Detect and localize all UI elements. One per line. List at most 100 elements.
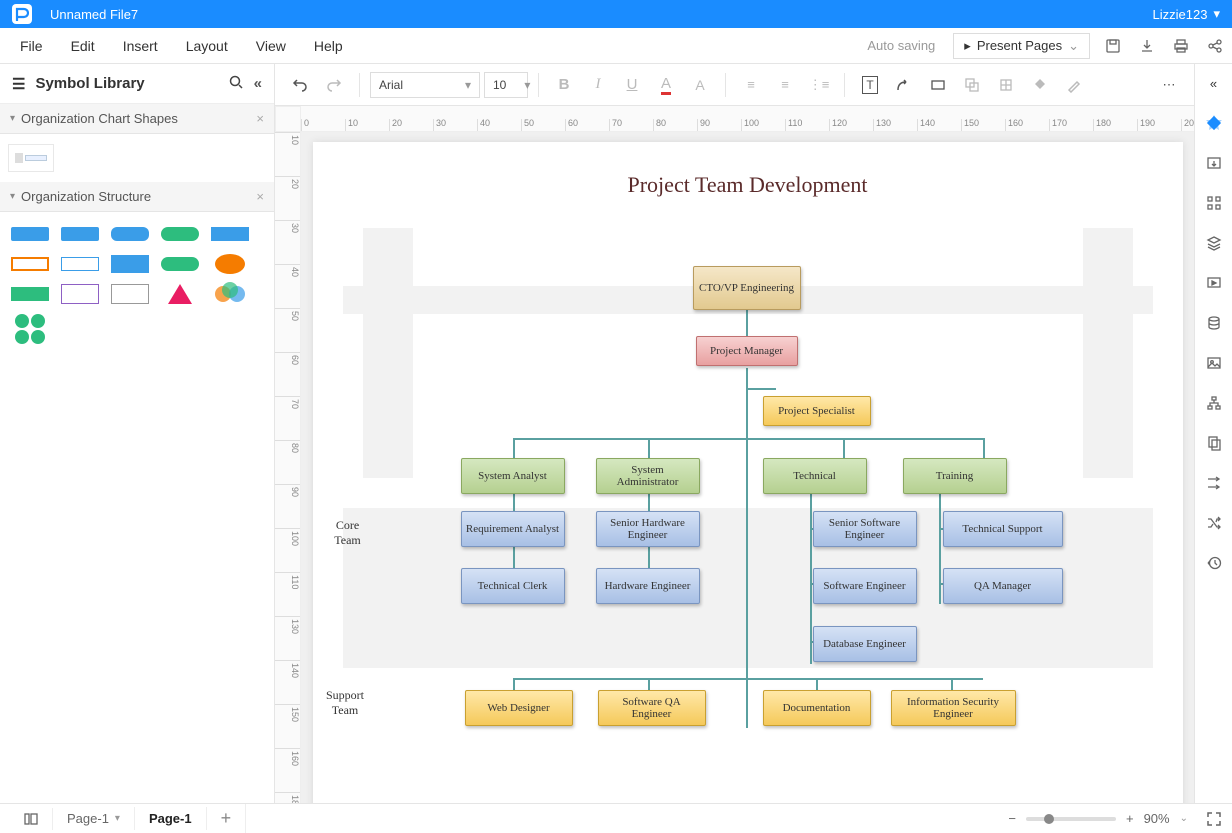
shape-thumb[interactable]: [8, 252, 52, 276]
menu-file[interactable]: File: [6, 32, 57, 60]
print-icon[interactable]: [1170, 35, 1192, 57]
node-child[interactable]: Hardware Engineer: [596, 568, 700, 604]
menu-view[interactable]: View: [242, 32, 300, 60]
font-color-button[interactable]: A: [651, 70, 681, 100]
pen-button[interactable]: [1059, 70, 1089, 100]
list-button[interactable]: ⋮≡: [804, 70, 834, 100]
collapse-sidebar-icon[interactable]: «: [254, 75, 262, 92]
close-icon[interactable]: ×: [256, 189, 264, 204]
shuffle-icon[interactable]: [1203, 512, 1225, 534]
node-child[interactable]: Senior Software Engineer: [813, 511, 917, 547]
bold-button[interactable]: B: [549, 70, 579, 100]
present-pages-button[interactable]: ▸ Present Pages ⌄: [953, 33, 1090, 59]
shape-thumb[interactable]: [8, 282, 52, 306]
collapse-right-icon[interactable]: «: [1203, 72, 1225, 94]
connector-button[interactable]: [889, 70, 919, 100]
image-icon[interactable]: [1203, 352, 1225, 374]
present-icon[interactable]: [1203, 272, 1225, 294]
shape-thumb[interactable]: [8, 144, 54, 172]
node-child[interactable]: QA Manager: [943, 568, 1063, 604]
clipboard-icon[interactable]: [1203, 432, 1225, 454]
fill-button[interactable]: [1025, 70, 1055, 100]
shape-thumb[interactable]: [8, 312, 52, 346]
group-button[interactable]: [957, 70, 987, 100]
category-org-structure[interactable]: ▾ Organization Structure ×: [0, 182, 274, 212]
text-tool-button[interactable]: T: [855, 70, 885, 100]
align-center-button[interactable]: ≡: [770, 70, 800, 100]
font-select[interactable]: Arial▾: [370, 72, 480, 98]
fullscreen-icon[interactable]: [1206, 811, 1222, 827]
shape-thumb[interactable]: [158, 282, 202, 306]
shape-thumb[interactable]: [208, 282, 252, 306]
save-icon[interactable]: [1102, 35, 1124, 57]
vertical-ruler: 1020304050607080901001101301401501601801…: [275, 132, 301, 803]
menu-layout[interactable]: Layout: [172, 32, 242, 60]
page-tab-dropdown[interactable]: Page-1▾: [53, 807, 135, 830]
shape-thumb[interactable]: [208, 252, 252, 276]
download-icon[interactable]: [1136, 35, 1158, 57]
page-outline-button[interactable]: [10, 808, 53, 830]
shape-thumb[interactable]: [8, 222, 52, 246]
zoom-in-button[interactable]: +: [1126, 811, 1134, 826]
add-page-button[interactable]: +: [207, 804, 247, 833]
node-support[interactable]: Information Security Engineer: [891, 690, 1016, 726]
search-icon[interactable]: [229, 75, 244, 92]
redo-button[interactable]: [319, 70, 349, 100]
arrange-button[interactable]: [991, 70, 1021, 100]
shape-thumb[interactable]: [158, 252, 202, 276]
node-support[interactable]: Web Designer: [465, 690, 573, 726]
canvas-page[interactable]: Project Team Development: [313, 142, 1183, 803]
shape-thumb[interactable]: [108, 222, 152, 246]
export-icon[interactable]: [1203, 152, 1225, 174]
layers-icon[interactable]: [1203, 232, 1225, 254]
share-icon[interactable]: [1204, 35, 1226, 57]
menu-edit[interactable]: Edit: [57, 32, 109, 60]
node-child[interactable]: Senior Hardware Engineer: [596, 511, 700, 547]
shape-thumb[interactable]: [108, 252, 152, 276]
node-branch-1[interactable]: System Administrator: [596, 458, 700, 494]
database-icon[interactable]: [1203, 312, 1225, 334]
category-org-chart-shapes[interactable]: ▾ Organization Chart Shapes ×: [0, 104, 274, 134]
node-pm[interactable]: Project Manager: [696, 336, 798, 366]
shape-thumb[interactable]: [158, 222, 202, 246]
zoom-out-button[interactable]: −: [1008, 811, 1016, 826]
node-support[interactable]: Software QA Engineer: [598, 690, 706, 726]
shape-thumb[interactable]: [208, 222, 252, 246]
font-size-select[interactable]: 10▾: [484, 72, 528, 98]
shape-thumb[interactable]: [58, 252, 102, 276]
node-child[interactable]: Database Engineer: [813, 626, 917, 662]
highlight-button[interactable]: A: [685, 70, 715, 100]
node-support[interactable]: Documentation: [763, 690, 871, 726]
underline-button[interactable]: U: [617, 70, 647, 100]
grid-icon[interactable]: [1203, 192, 1225, 214]
node-branch-2[interactable]: Technical: [763, 458, 867, 494]
node-root[interactable]: CTO/VP Engineering: [693, 266, 801, 310]
node-child[interactable]: Requirement Analyst: [461, 511, 565, 547]
tree-icon[interactable]: [1203, 392, 1225, 414]
close-icon[interactable]: ×: [256, 111, 264, 126]
node-specialist[interactable]: Project Specialist: [763, 396, 871, 426]
undo-button[interactable]: [285, 70, 315, 100]
align-left-button[interactable]: ≡: [736, 70, 766, 100]
node-child[interactable]: Software Engineer: [813, 568, 917, 604]
style-icon[interactable]: [1203, 112, 1225, 134]
zoom-slider[interactable]: [1026, 817, 1116, 821]
node-child[interactable]: Technical Clerk: [461, 568, 565, 604]
shape-thumb[interactable]: [58, 282, 102, 306]
menu-insert[interactable]: Insert: [109, 32, 172, 60]
zoom-label[interactable]: 90%: [1144, 811, 1170, 826]
history-icon[interactable]: [1203, 552, 1225, 574]
node-branch-0[interactable]: System Analyst: [461, 458, 565, 494]
shape-thumb[interactable]: [58, 222, 102, 246]
italic-button[interactable]: I: [583, 70, 613, 100]
node-branch-3[interactable]: Training: [903, 458, 1007, 494]
menu-help[interactable]: Help: [300, 32, 357, 60]
canvas-scroll[interactable]: Project Team Development: [301, 132, 1194, 803]
more-icon[interactable]: ⋯: [1154, 70, 1184, 100]
user-menu[interactable]: Lizzie123 ▾: [1153, 6, 1220, 22]
shape-button[interactable]: [923, 70, 953, 100]
shape-thumb[interactable]: [108, 282, 152, 306]
arrow-right-icon[interactable]: [1203, 472, 1225, 494]
page-tab-active[interactable]: Page-1: [135, 807, 207, 830]
node-child[interactable]: Technical Support: [943, 511, 1063, 547]
